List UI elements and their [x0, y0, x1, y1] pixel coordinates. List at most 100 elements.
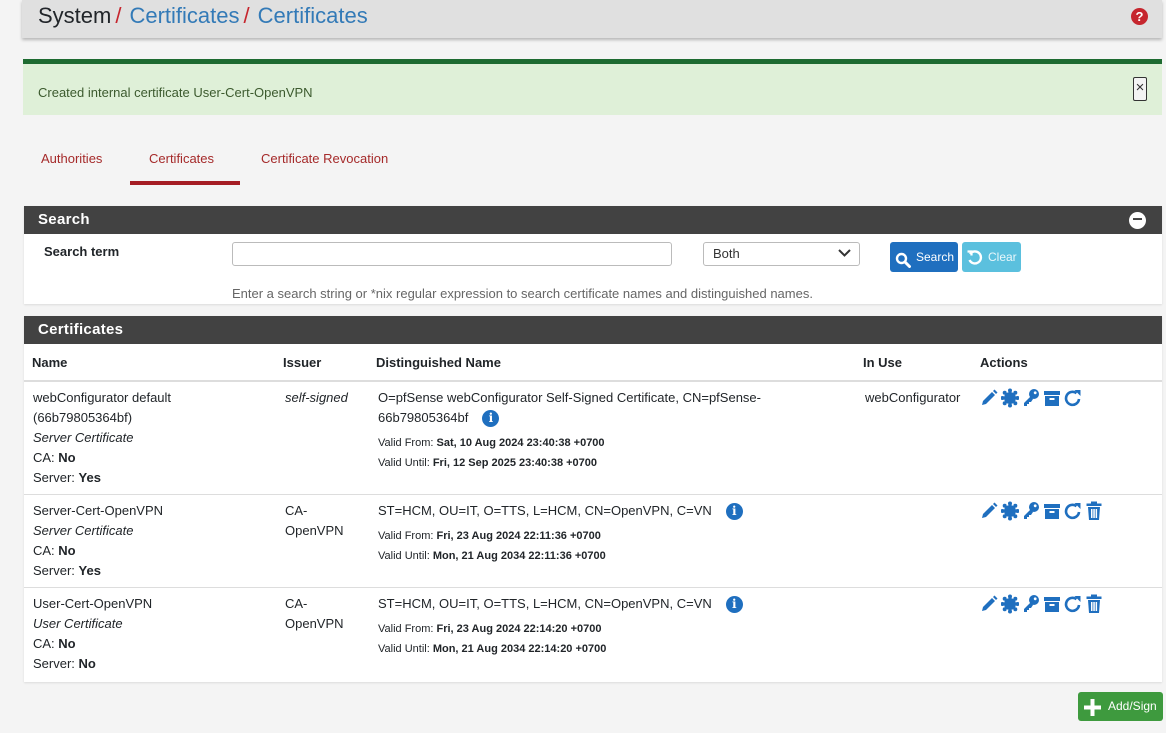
pencil-icon[interactable]: [980, 594, 998, 614]
row-divider: [24, 587, 1162, 588]
cert-valid-until: Valid Until: Mon, 21 Aug 2034 22:14:20 +…: [378, 643, 607, 655]
cert-in-use: webConfigurator: [865, 390, 961, 405]
refresh-icon[interactable]: [1064, 501, 1082, 521]
search-scope-value: Both: [713, 246, 740, 261]
trash-icon[interactable]: [1085, 594, 1103, 614]
cert-ca-flag: CA: No: [33, 450, 76, 465]
tab-certificate-revocation[interactable]: Certificate Revocation: [261, 151, 388, 166]
info-icon[interactable]: i: [482, 410, 500, 428]
archive-icon[interactable]: [1043, 594, 1061, 614]
breadcrumb-system: System: [38, 3, 112, 28]
search-term-label: Search term: [44, 244, 120, 259]
pencil-icon[interactable]: [980, 388, 998, 408]
cert-type: Server Certificate: [33, 430, 134, 445]
row-actions: [980, 501, 1103, 521]
cert-valid-from: Valid From: Fri, 23 Aug 2024 22:14:20 +0…: [378, 623, 602, 635]
cert-valid-from: Valid From: Fri, 23 Aug 2024 22:11:36 +0…: [378, 530, 601, 542]
column-header-name[interactable]: Name: [32, 355, 67, 370]
cert-dn-cell: ST=HCM, OU=IT, O=TTS, L=HCM, CN=OpenVPN,…: [378, 594, 848, 659]
breadcrumb: System / Certificates / Certificates: [38, 3, 368, 29]
cert-valid-until: Valid Until: Mon, 21 Aug 2034 22:11:36 +…: [378, 550, 606, 562]
collapse-icon[interactable]: −: [1129, 210, 1146, 229]
alert-close-button[interactable]: ×: [1133, 77, 1147, 101]
cert-ca-flag: CA: No: [33, 636, 76, 651]
info-icon[interactable]: i: [725, 503, 743, 521]
cert-issuer: CA- OpenVPN: [285, 596, 344, 631]
add-sign-label: Add/Sign: [1108, 699, 1157, 713]
search-panel-title: Search: [38, 211, 90, 228]
search-button[interactable]: Search: [890, 242, 958, 272]
plus-icon: [1084, 698, 1101, 727]
row-actions: [980, 594, 1103, 614]
search-icon: [895, 249, 911, 279]
breadcrumb-link-certificates-current[interactable]: Certificates: [258, 3, 368, 28]
chevron-down-icon: [838, 245, 851, 264]
help-icon[interactable]: ?: [1131, 8, 1148, 25]
cert-dn: O=pfSense webConfigurator Self-Signed Ce…: [378, 390, 761, 405]
refresh-icon[interactable]: [1064, 594, 1082, 614]
cert-refid: (66b79805364bf): [33, 410, 133, 425]
cert-valid-until: Valid Until: Fri, 12 Sep 2025 23:40:38 +…: [378, 457, 598, 469]
page-header: System / Certificates / Certificates ?: [22, 0, 1162, 38]
search-panel-header: Search −: [24, 206, 1162, 234]
cert-server-flag: Server: Yes: [33, 470, 101, 485]
search-button-label: Search: [916, 250, 955, 264]
column-header-distinguished-name[interactable]: Distinguished Name: [376, 355, 501, 370]
cert-dn-cell: ST=HCM, OU=IT, O=TTS, L=HCM, CN=OpenVPN,…: [378, 501, 848, 566]
row-actions: [980, 388, 1082, 408]
tab-certificates[interactable]: Certificates: [149, 151, 214, 166]
archive-icon[interactable]: [1043, 388, 1061, 408]
search-input[interactable]: [232, 242, 672, 266]
certificates-panel-header: Certificates: [24, 316, 1162, 344]
active-tab-indicator: [130, 181, 240, 185]
search-help-text: Enter a search string or *nix regular ex…: [232, 286, 813, 301]
add-sign-button[interactable]: Add/Sign: [1078, 692, 1163, 721]
certificates-panel: Certificates Name Issuer Distinguished N…: [24, 316, 1162, 682]
breadcrumb-link-certificates[interactable]: Certificates: [129, 3, 239, 28]
cert-type: User Certificate: [33, 616, 123, 631]
cert-name-cell: Server-Cert-OpenVPN Server Certificate C…: [33, 501, 273, 581]
cert-name: webConfigurator default: [33, 390, 172, 405]
cert-dn-cont: 66b79805364bf: [378, 410, 469, 425]
search-panel: Search − Search term Both Search Clear E…: [24, 206, 1162, 304]
key-icon[interactable]: [1022, 594, 1040, 614]
success-alert: Created internal certificate User-Cert-O…: [23, 59, 1162, 115]
key-icon[interactable]: [1022, 501, 1040, 521]
archive-icon[interactable]: [1043, 501, 1061, 521]
clear-button[interactable]: Clear: [962, 242, 1021, 272]
column-header-actions: Actions: [980, 355, 1028, 370]
pencil-icon[interactable]: [980, 501, 998, 521]
certificate-icon[interactable]: [1001, 501, 1019, 521]
cert-name-cell: User-Cert-OpenVPN User Certificate CA: N…: [33, 594, 273, 674]
header-divider: [24, 380, 1162, 382]
cert-dn-cell: O=pfSense webConfigurator Self-Signed Ce…: [378, 388, 848, 473]
info-icon[interactable]: i: [725, 596, 743, 614]
cert-server-flag: Server: No: [33, 656, 96, 671]
undo-icon: [966, 248, 984, 278]
certificates-panel-title: Certificates: [38, 321, 124, 338]
cert-dn: ST=HCM, OU=IT, O=TTS, L=HCM, CN=OpenVPN,…: [378, 596, 712, 611]
breadcrumb-separator: /: [243, 3, 250, 28]
alert-message: Created internal certificate User-Cert-O…: [38, 85, 313, 100]
cert-issuer: self-signed: [285, 390, 348, 405]
certificate-icon[interactable]: [1001, 594, 1019, 614]
trash-icon[interactable]: [1085, 501, 1103, 521]
clear-button-label: Clear: [988, 250, 1017, 264]
cert-type: Server Certificate: [33, 523, 134, 538]
cert-name: User-Cert-OpenVPN: [33, 596, 153, 611]
breadcrumb-separator: /: [115, 3, 122, 28]
row-divider: [24, 494, 1162, 495]
cert-issuer: CA- OpenVPN: [285, 503, 344, 538]
cert-valid-from: Valid From: Sat, 10 Aug 2024 23:40:38 +0…: [378, 437, 605, 449]
certificate-icon[interactable]: [1001, 388, 1019, 408]
column-header-in-use[interactable]: In Use: [863, 355, 902, 370]
tab-authorities[interactable]: Authorities: [41, 151, 102, 166]
refresh-icon[interactable]: [1064, 388, 1082, 408]
cert-dn: ST=HCM, OU=IT, O=TTS, L=HCM, CN=OpenVPN,…: [378, 503, 712, 518]
search-scope-select[interactable]: Both: [703, 242, 860, 266]
cert-server-flag: Server: Yes: [33, 563, 101, 578]
key-icon[interactable]: [1022, 388, 1040, 408]
cert-name: Server-Cert-OpenVPN: [33, 503, 164, 518]
cert-ca-flag: CA: No: [33, 543, 76, 558]
column-header-issuer[interactable]: Issuer: [283, 355, 321, 370]
